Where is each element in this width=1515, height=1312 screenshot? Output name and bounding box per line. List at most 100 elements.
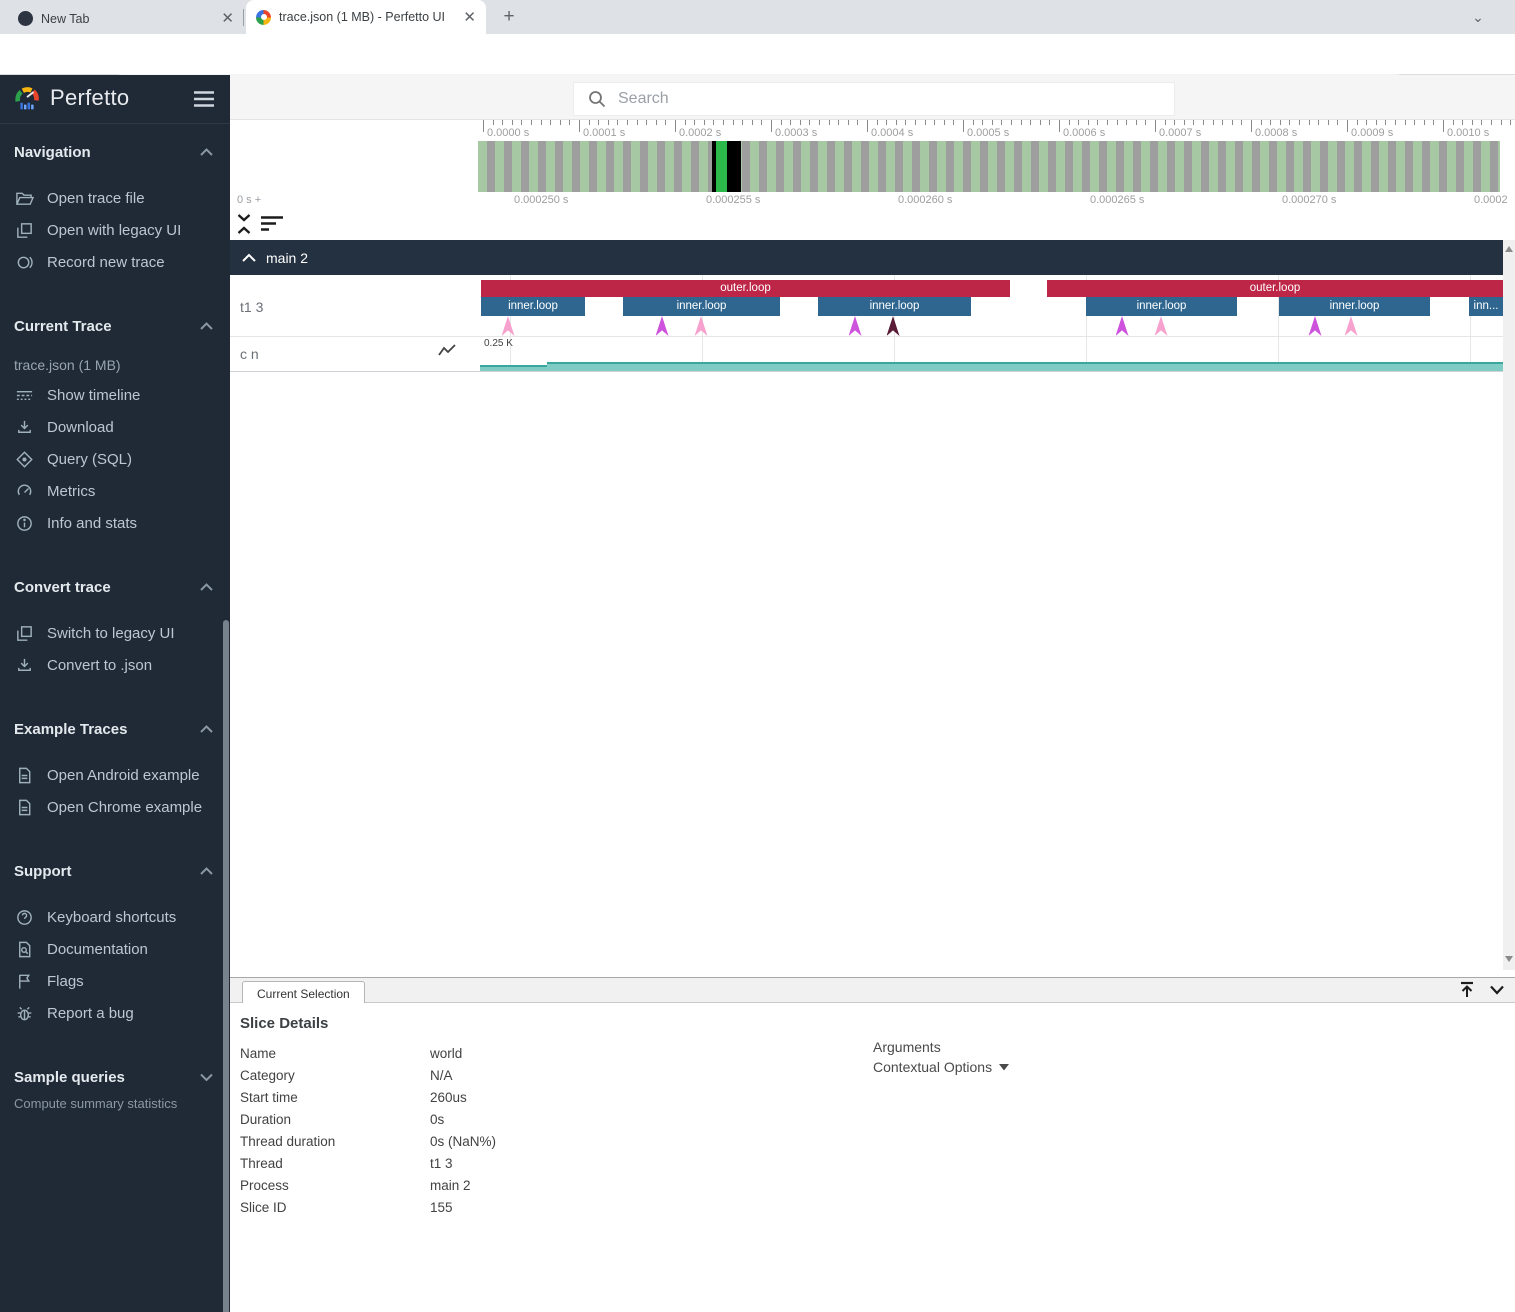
instant-marker[interactable] bbox=[1116, 316, 1129, 336]
instant-marker[interactable] bbox=[1309, 316, 1322, 336]
slice-outer-loop[interactable]: outer.loop bbox=[1047, 280, 1503, 297]
minor-tick bbox=[905, 120, 906, 125]
sidebar-item-open-android-example[interactable]: Open Android example bbox=[0, 759, 230, 791]
instant-marker[interactable] bbox=[656, 316, 669, 336]
slice-inner-loop[interactable]: inner.loop bbox=[1086, 297, 1237, 316]
instant-marker-selected[interactable] bbox=[887, 316, 900, 336]
minimap-stripe bbox=[954, 141, 963, 192]
slice-inner-loop[interactable]: inner.loop bbox=[818, 297, 971, 316]
process-group-header[interactable]: main 2 bbox=[230, 240, 1503, 275]
minimap-stripe bbox=[1082, 141, 1091, 192]
sidebar-item-label: Query (SQL) bbox=[47, 451, 132, 468]
section-header[interactable]: Support bbox=[0, 859, 230, 883]
slice-inner-loop[interactable]: inner.loop bbox=[623, 297, 780, 316]
minor-tick bbox=[1424, 120, 1425, 125]
instant-marker[interactable] bbox=[502, 316, 515, 336]
slice-detail-row: Threadt1 3 bbox=[240, 1152, 496, 1174]
minimap-stripe bbox=[1218, 141, 1227, 192]
time-marker-label: 0.000270 s bbox=[1282, 194, 1336, 206]
tab-new-tab[interactable]: New Tab ✕ bbox=[8, 3, 244, 34]
minimap-stripe bbox=[1277, 141, 1286, 192]
scroll-down-icon[interactable] bbox=[1505, 956, 1513, 962]
menu-hamburger-icon[interactable] bbox=[193, 90, 215, 108]
instant-marker[interactable] bbox=[1155, 316, 1168, 336]
track-area-bottom-border bbox=[230, 371, 1503, 372]
instant-marker[interactable] bbox=[849, 316, 862, 336]
sidebar-item-open-with-legacy-ui[interactable]: Open with legacy UI bbox=[0, 214, 230, 246]
sidebar-item-label: Switch to legacy UI bbox=[47, 625, 175, 642]
minimap-stripe bbox=[1133, 141, 1142, 192]
slice-inner-loop[interactable]: inner.loop bbox=[1279, 297, 1430, 316]
sidebar-item-open-chrome-example[interactable]: Open Chrome example bbox=[0, 791, 230, 823]
sidebar-item-download[interactable]: Download bbox=[0, 411, 230, 443]
sidebar-item-convert-to-json[interactable]: Convert to .json bbox=[0, 649, 230, 681]
tab-close-icon[interactable]: ✕ bbox=[463, 10, 476, 25]
sidebar-item-flags[interactable]: Flags bbox=[0, 965, 230, 997]
instant-marker[interactable] bbox=[1345, 316, 1358, 336]
minor-tick bbox=[1376, 120, 1377, 125]
viewport-highlight[interactable] bbox=[716, 141, 727, 192]
current-selection-tab[interactable]: Current Selection bbox=[242, 981, 365, 1005]
process-group-label: main 2 bbox=[266, 250, 308, 266]
section-header[interactable]: Example Traces bbox=[0, 717, 230, 741]
sidebar-item-info-and-stats[interactable]: Info and stats bbox=[0, 507, 230, 539]
sidebar-item-documentation[interactable]: Documentation bbox=[0, 933, 230, 965]
tab-list-chevron-icon[interactable]: ⌄ bbox=[1468, 7, 1488, 27]
dock-to-top-icon[interactable] bbox=[1459, 981, 1475, 998]
search-box[interactable]: Search bbox=[573, 82, 1175, 116]
minor-tick bbox=[1453, 120, 1454, 125]
minor-tick bbox=[1069, 120, 1070, 125]
sidebar-item-switch-to-legacy-ui[interactable]: Switch to legacy UI bbox=[0, 617, 230, 649]
slice-detail-row: Thread duration0s (NaN%) bbox=[240, 1130, 496, 1152]
chevron-up-icon[interactable] bbox=[242, 253, 256, 262]
minimap-stripe bbox=[563, 141, 572, 192]
overview-minimap[interactable] bbox=[478, 141, 1500, 192]
minor-tick bbox=[848, 120, 849, 125]
minimap-stripe bbox=[1099, 141, 1108, 192]
minimap-stripe bbox=[1371, 141, 1380, 192]
track-area[interactable]: t1 3 c n 0.25 K outer.loopouter.loopinne… bbox=[230, 275, 1503, 372]
collapse-panel-chevron-icon[interactable] bbox=[1489, 984, 1505, 996]
new-tab-favicon-icon bbox=[18, 11, 33, 26]
section-header[interactable]: Convert trace bbox=[0, 575, 230, 599]
minimap-stripe bbox=[1337, 141, 1346, 192]
sample-query-item[interactable]: Compute summary statistics bbox=[0, 1092, 230, 1114]
ruler-tick-label: 0.0000 s bbox=[487, 127, 529, 139]
sidebar-item-keyboard-shortcuts[interactable]: Keyboard shortcuts bbox=[0, 901, 230, 933]
counter-chart-icon[interactable] bbox=[437, 343, 457, 359]
section-title: Support bbox=[14, 863, 199, 880]
sidebar-item-record-new-trace[interactable]: Record new trace bbox=[0, 246, 230, 278]
slice-outer-loop[interactable]: outer.loop bbox=[481, 280, 1010, 297]
minimap-stripe bbox=[1124, 141, 1133, 192]
tab-perfetto[interactable]: trace.json (1 MB) - Perfetto UI ✕ bbox=[246, 0, 486, 34]
minimap-stripe bbox=[929, 141, 938, 192]
scroll-up-icon[interactable] bbox=[1505, 246, 1513, 252]
sidebar-item-show-timeline[interactable]: Show timeline bbox=[0, 379, 230, 411]
sidebar-scrollbar[interactable] bbox=[223, 620, 229, 1312]
viewport-body[interactable] bbox=[727, 141, 741, 192]
collapse-tracks-icon[interactable] bbox=[236, 213, 254, 235]
instant-marker[interactable] bbox=[695, 316, 708, 336]
tab-close-icon[interactable]: ✕ bbox=[221, 11, 234, 26]
chevron-down-icon bbox=[199, 1072, 214, 1082]
minimap-stripe bbox=[640, 141, 649, 192]
slice-inner-loop[interactable]: inn... bbox=[1469, 297, 1503, 316]
track-scrollbar[interactable] bbox=[1503, 240, 1515, 970]
sidebar-item-label: Metrics bbox=[47, 483, 95, 500]
minor-tick bbox=[1117, 120, 1118, 125]
slice-inner-loop[interactable]: inner.loop bbox=[481, 297, 585, 316]
sort-tracks-icon[interactable] bbox=[260, 215, 286, 233]
sidebar-item-metrics[interactable]: Metrics bbox=[0, 475, 230, 507]
sidebar-item-report-a-bug[interactable]: Report a bug bbox=[0, 997, 230, 1029]
minor-tick bbox=[896, 120, 897, 125]
contextual-options-dropdown[interactable]: Contextual Options bbox=[873, 1059, 1009, 1075]
sidebar-item-query-sql-[interactable]: Query (SQL) bbox=[0, 443, 230, 475]
section-header[interactable]: Navigation bbox=[0, 140, 230, 164]
section-header[interactable]: Current Trace bbox=[0, 314, 230, 338]
chevron-up-icon bbox=[199, 866, 214, 876]
minor-tick bbox=[886, 120, 887, 125]
sidebar-item-open-trace-file[interactable]: Open trace file bbox=[0, 182, 230, 214]
sidebar-item-label: Info and stats bbox=[47, 515, 137, 532]
new-tab-button[interactable]: + bbox=[498, 6, 520, 28]
section-header[interactable]: Sample queries bbox=[0, 1065, 230, 1089]
